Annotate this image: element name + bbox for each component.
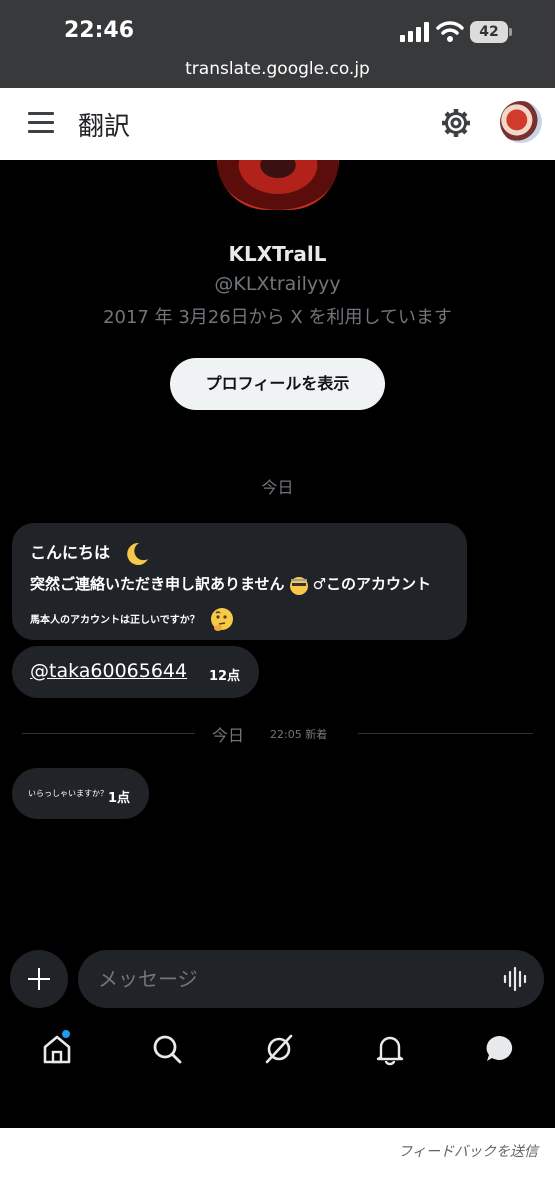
profile-joined-date: 2017 年 3月26日から X を利用しています — [103, 307, 452, 328]
divider-line — [22, 733, 195, 734]
bottom-navigation — [0, 1020, 555, 1080]
message-text: こんにちは — [30, 543, 111, 562]
message-line: こんにちは — [30, 539, 150, 567]
gender-symbol: ♂ — [312, 575, 327, 593]
message-text: 突然ご連絡いただき申し訳ありません — [30, 575, 285, 593]
gear-icon[interactable] — [440, 107, 472, 139]
message-points: 12点 — [209, 669, 241, 684]
message-bubble[interactable]: @taka60065644 12点 — [12, 646, 259, 698]
message-line: 突然ご連絡いただき申し訳ありません ♂このアカウント — [30, 573, 431, 596]
message-bubble[interactable]: こんにちは 突然ご連絡いただき申し訳ありません ♂このアカウント 馬本人のアカウ… — [12, 523, 467, 640]
status-bar: 22:46 42 — [0, 0, 555, 56]
message-bubble[interactable]: いらっしゃいますか？ 1点 — [12, 768, 149, 819]
message-text: いらっしゃいますか？ — [28, 789, 108, 798]
new-messages-date: 今日 — [212, 726, 245, 745]
cellular-signal-icon — [400, 22, 429, 42]
profile-name: KLXTralL — [228, 242, 327, 266]
account-avatar[interactable] — [500, 101, 542, 143]
wifi-icon — [436, 21, 464, 42]
translate-footer: フィードバックを送信 — [0, 1128, 555, 1200]
new-messages-label: 22:05 新着 — [270, 728, 328, 741]
crescent-moon-icon — [126, 542, 148, 565]
message-input[interactable] — [98, 950, 488, 1008]
message-composer — [78, 950, 544, 1008]
battery-level: 42 — [470, 21, 508, 43]
messages-icon[interactable] — [483, 1032, 517, 1066]
send-feedback-link[interactable]: フィードバックを送信 — [398, 1141, 538, 1161]
message-points: 1点 — [108, 791, 131, 806]
face-emoji-icon — [289, 576, 308, 595]
bell-icon[interactable] — [373, 1032, 407, 1066]
message-text: このアカウント — [326, 575, 432, 593]
url-bar[interactable]: translate.google.co.jp — [0, 56, 555, 88]
search-icon[interactable] — [150, 1032, 184, 1066]
battery-nub — [509, 28, 512, 36]
home-icon[interactable] — [40, 1032, 74, 1066]
translate-header: 翻訳 — [0, 88, 555, 160]
divider-line — [358, 733, 533, 734]
date-separator: 今日 — [261, 478, 294, 497]
page-title: 翻訳 — [78, 112, 131, 142]
battery-indicator: 42 — [470, 21, 512, 43]
message-text: 馬本人のアカウントは正しいですか？ — [30, 615, 200, 626]
view-profile-button[interactable]: プロフィールを表示 — [170, 358, 385, 410]
profile-picture[interactable] — [217, 160, 339, 210]
profile-handle: @KLXtrailyyy — [214, 273, 341, 295]
voice-message-icon[interactable] — [502, 966, 528, 992]
message-line: 馬本人のアカウントは正しいですか？ — [30, 607, 235, 633]
status-time: 22:46 — [64, 18, 135, 43]
grok-icon[interactable] — [262, 1032, 296, 1066]
thinking-face-icon — [211, 608, 234, 631]
menu-icon[interactable] — [28, 112, 54, 134]
mention-link[interactable]: @taka60065644 — [30, 660, 187, 682]
notification-dot — [62, 1030, 70, 1038]
add-media-button[interactable] — [10, 950, 68, 1008]
